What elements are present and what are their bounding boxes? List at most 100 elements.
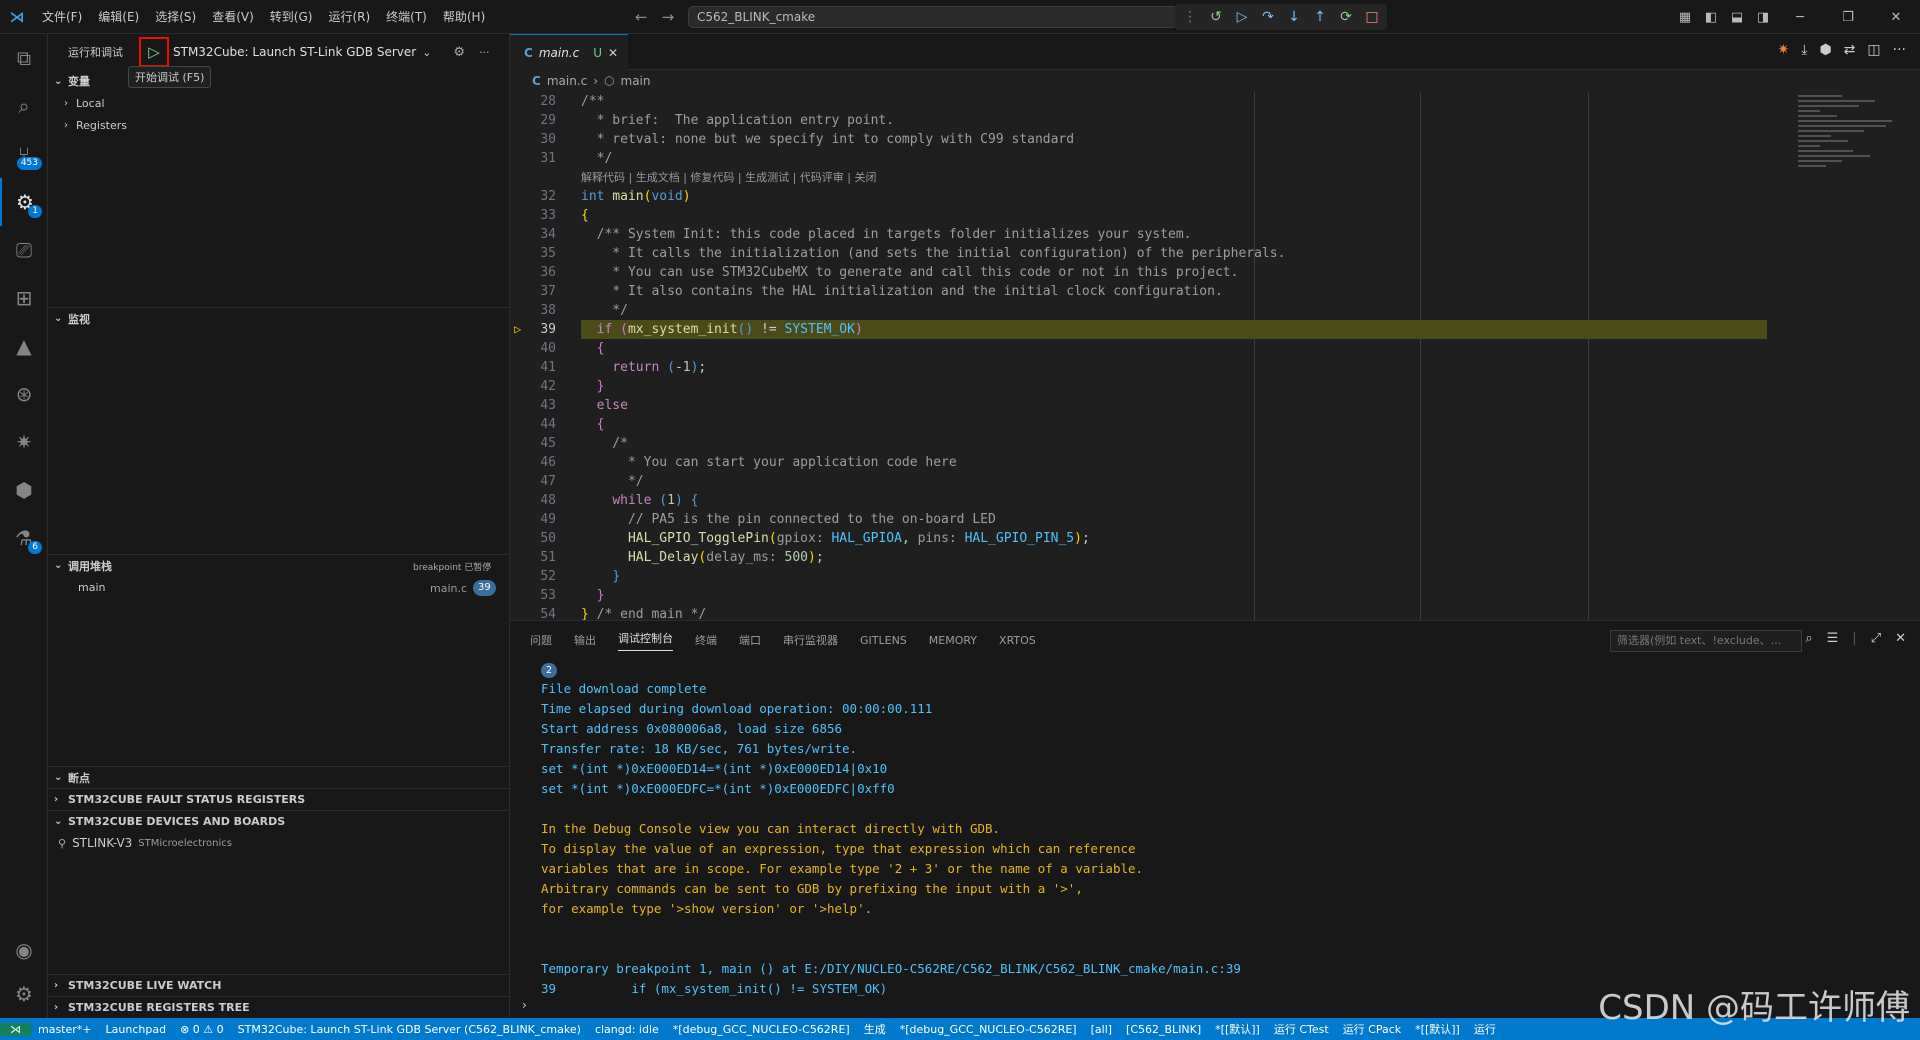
variable-scope-local[interactable]: › Local (48, 92, 105, 114)
cmake-target[interactable]: [all] (1084, 1023, 1119, 1036)
run-ctest[interactable]: 运行 CTest (1267, 1021, 1336, 1037)
breadcrumb-file[interactable]: main.c (547, 74, 587, 88)
gitlens-icon[interactable]: ⊛ (0, 370, 48, 418)
manage-gear-icon[interactable]: ⚙ (0, 970, 48, 1018)
reset-device-icon[interactable]: ↺ (1207, 8, 1225, 26)
menu-run[interactable]: 运行(R) (320, 0, 378, 34)
git-branch[interactable]: master*+ (31, 1023, 99, 1036)
cmake-preset[interactable]: *[debug_GCC_NUCLEO-C562RE] (666, 1023, 857, 1036)
step-into-icon[interactable]: ↓ (1285, 8, 1303, 26)
live-watch-section-header[interactable]: › STM32CUBE LIVE WATCH (48, 974, 510, 996)
minimize-button[interactable]: ─ (1776, 10, 1824, 25)
compare-changes-icon[interactable]: ⇄ (1844, 42, 1856, 58)
launchpad[interactable]: Launchpad (99, 1023, 174, 1036)
close-tab-icon[interactable]: ✕ (608, 46, 618, 60)
menu-file[interactable]: 文件(F) (34, 0, 90, 34)
variables-section-header[interactable]: ⌄ 变量 (48, 70, 510, 92)
tab-ports[interactable]: 端口 (739, 632, 761, 648)
remote-indicator-icon[interactable]: ⋊ (0, 1022, 31, 1036)
run-debug-icon[interactable]: ⚙ 1 (0, 178, 48, 226)
tab-xrtos[interactable]: XRTOS (999, 634, 1036, 647)
breadcrumb-symbol[interactable]: main (621, 74, 651, 88)
registers-tree-section-header[interactable]: › STM32CUBE REGISTERS TREE (48, 996, 510, 1018)
tab-terminal[interactable]: 终端 (695, 632, 717, 648)
explorer-icon[interactable]: ⧉ (0, 34, 48, 82)
menu-edit[interactable]: 编辑(E) (90, 0, 147, 34)
watch-section-header[interactable]: ⌄ 监视 (48, 307, 510, 329)
menu-view[interactable]: 查看(V) (204, 0, 262, 34)
stop-icon[interactable]: □ (1363, 8, 1381, 26)
close-window-button[interactable]: ✕ (1872, 10, 1920, 25)
debug-session[interactable]: STM32Cube: Launch ST-Link GDB Server (C5… (231, 1023, 588, 1036)
chevron-down-icon[interactable]: ⌄ (422, 46, 431, 59)
more-actions-icon[interactable]: ··· (479, 46, 490, 59)
run-cpack[interactable]: 运行 CPack (1336, 1021, 1408, 1037)
forward-arrow-icon[interactable]: → (662, 8, 675, 26)
launch-config-select[interactable]: STM32Cube: Launch ST-Link GDB Server (173, 45, 416, 59)
cmake-launch-target[interactable]: [C562_BLINK] (1119, 1023, 1208, 1036)
testing-icon[interactable]: ⚗ 6 (0, 514, 48, 562)
restore-button[interactable]: ❐ (1824, 10, 1872, 25)
tab-gitlens[interactable]: GITLENS (860, 634, 907, 647)
stm32cube-icon[interactable]: ⬢ (0, 466, 48, 514)
open-launch-json-gear-icon[interactable]: ⚙ (453, 45, 465, 60)
menu-terminal[interactable]: 终端(T) (378, 0, 435, 34)
search-icon[interactable]: ⌕ (1805, 631, 1812, 646)
extension-action-icon[interactable]: ⬢ (1819, 42, 1831, 58)
back-arrow-icon[interactable]: ← (635, 8, 648, 26)
tab-debug-console[interactable]: 调试控制台 (618, 630, 673, 651)
cmake-test-preset[interactable]: *[[默认]] (1208, 1021, 1267, 1037)
maximize-panel-icon[interactable]: ⤢ (1871, 631, 1881, 646)
step-over-icon[interactable]: ↷ (1259, 8, 1277, 26)
run-workflow[interactable]: 运行 (1467, 1021, 1503, 1037)
tab-output[interactable]: 输出 (574, 632, 596, 648)
search-icon[interactable]: ⌕ (0, 82, 48, 130)
menu-goto[interactable]: 转到(G) (262, 0, 321, 34)
toggle-sidebar-icon[interactable]: ◧ (1698, 10, 1724, 25)
accounts-icon[interactable]: ◉ (0, 926, 48, 974)
variable-scope-registers[interactable]: › Registers (48, 114, 127, 136)
toggle-panel-icon[interactable]: ⬓ (1724, 10, 1750, 25)
cmake-workflow-preset[interactable]: *[[默认]] (1408, 1021, 1467, 1037)
remote-explorer-icon[interactable]: ⎚ (0, 226, 48, 274)
fault-registers-section-header[interactable]: › STM32CUBE FAULT STATUS REGISTERS (48, 788, 510, 810)
split-editor-icon[interactable]: ◫ (1867, 42, 1880, 58)
start-debugging-button[interactable]: ▷ (139, 37, 169, 67)
step-out-icon[interactable]: ↑ (1311, 8, 1329, 26)
menu-selection[interactable]: 选择(S) (147, 0, 204, 34)
minimap[interactable] (1798, 92, 1908, 212)
restart-icon[interactable]: ⟳ (1337, 8, 1355, 26)
menu-help[interactable]: 帮助(H) (435, 0, 493, 34)
close-panel-icon[interactable]: ✕ (1895, 631, 1906, 646)
tab-memory[interactable]: MEMORY (929, 634, 977, 647)
tab-serial-monitor[interactable]: 串行监视器 (783, 632, 838, 648)
ai-assistant-icon[interactable]: ✷ (0, 418, 48, 466)
cmake-icon[interactable]: ▲ (0, 322, 48, 370)
drag-handle-icon[interactable]: ⋮ (1181, 8, 1199, 26)
ai-sparkle-icon[interactable]: ✷ (1778, 42, 1790, 58)
more-actions-icon[interactable]: ··· (1893, 42, 1906, 58)
breakpoints-section-header[interactable]: ⌄ 断点 (48, 766, 510, 788)
ai-codelens-actions[interactable]: 解释代码 | 生成文档 | 修复代码 | 生成测试 | 代码评审 | 关闭 (581, 168, 877, 187)
device-item[interactable]: ⚲ STLINK-V3 STMicroelectronics (48, 832, 232, 854)
code-view[interactable]: 28 /** 29 * brief: The application entry … (510, 92, 1920, 620)
clangd-status[interactable]: clangd: idle (588, 1023, 666, 1036)
toggle-secondary-sidebar-icon[interactable]: ◨ (1750, 10, 1776, 25)
problems-count[interactable]: ⊗ 0 ⚠ 0 (173, 1023, 231, 1036)
source-control-icon[interactable]: ⑂ 453 (0, 130, 48, 178)
layout-icon[interactable]: ▦ (1672, 10, 1698, 25)
devices-section-header[interactable]: ⌄ STM32CUBE DEVICES AND BOARDS (48, 810, 510, 832)
debug-console-output[interactable]: 2 File download complete Time elapsed du… (541, 659, 1241, 999)
tab-problems[interactable]: 问题 (530, 632, 552, 648)
callstack-frame[interactable]: main (48, 576, 105, 598)
continue-icon[interactable]: ▷ (1233, 8, 1251, 26)
clear-console-icon[interactable]: ☰ (1827, 631, 1839, 646)
command-center-search[interactable]: C562_BLINK_cmake (688, 6, 1178, 28)
download-icon[interactable]: ⤓ (1801, 42, 1807, 58)
cmake-build[interactable]: 生成 (857, 1021, 893, 1037)
tab-main-c[interactable]: C main.c U ✕ (510, 34, 628, 70)
console-input-prompt[interactable]: › (522, 998, 527, 1012)
console-filter-input[interactable]: 筛选器(例如 text、!exclude、... (1610, 630, 1802, 652)
extensions-icon[interactable]: ⊞ (0, 274, 48, 322)
cmake-debug-preset[interactable]: *[debug_GCC_NUCLEO-C562RE] (893, 1023, 1084, 1036)
